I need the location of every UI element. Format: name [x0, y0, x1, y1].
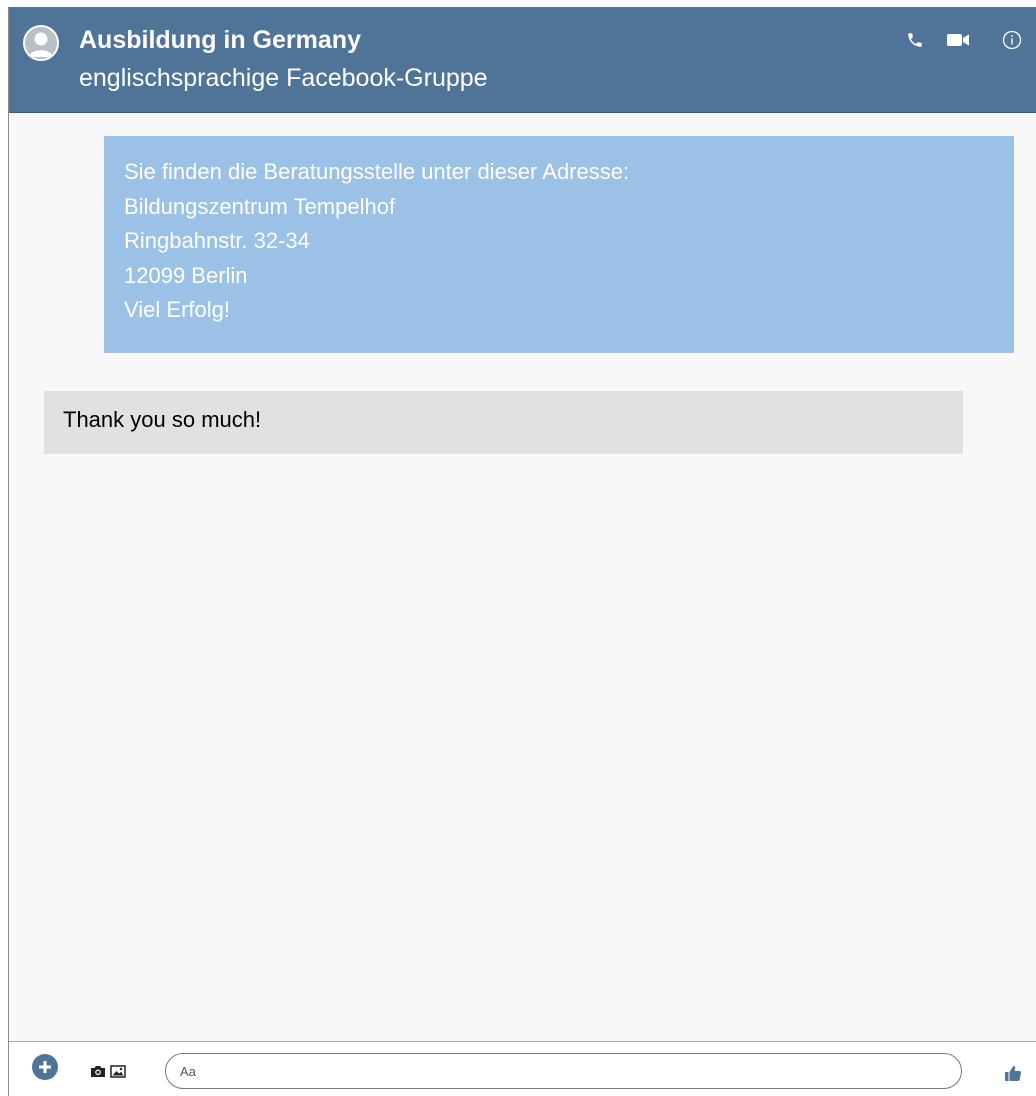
incoming-message[interactable]: Thank you so much!	[44, 391, 963, 454]
video-camera-icon[interactable]	[946, 29, 970, 51]
chat-header: Ausbildung in Germany englischsprachige …	[9, 7, 1036, 113]
plus-icon[interactable]	[32, 1054, 58, 1080]
info-icon[interactable]	[1000, 29, 1024, 51]
message-line: 12099 Berlin	[124, 262, 248, 288]
image-icon[interactable]	[110, 1064, 126, 1078]
message-input[interactable]	[165, 1053, 962, 1089]
outgoing-message[interactable]: Sie finden die Beratungsstelle unter die…	[104, 136, 1014, 353]
avatar[interactable]	[23, 25, 59, 61]
conversation-subtitle: englischsprachige Facebook-Gruppe	[79, 64, 488, 92]
message-line: Viel Erfolg!	[124, 297, 230, 322]
composer-bar	[9, 1041, 1036, 1096]
message-line: Bildungszentrum Tempelhof	[124, 193, 396, 219]
message-thread[interactable]: Sie finden die Beratungsstelle unter die…	[9, 113, 1036, 1041]
phone-icon[interactable]	[903, 29, 927, 51]
message-line: Sie finden die Beratungsstelle unter die…	[124, 159, 630, 184]
message-text: Thank you so much!	[63, 407, 262, 432]
conversation-title: Ausbildung in Germany	[79, 26, 361, 54]
chat-window: Ausbildung in Germany englischsprachige …	[8, 7, 1036, 1096]
avatar-placeholder-icon	[29, 32, 53, 57]
message-line: Ringbahnstr. 32-34	[124, 228, 310, 253]
thumbs-up-icon[interactable]	[1004, 1064, 1022, 1082]
camera-icon[interactable]	[90, 1064, 106, 1078]
